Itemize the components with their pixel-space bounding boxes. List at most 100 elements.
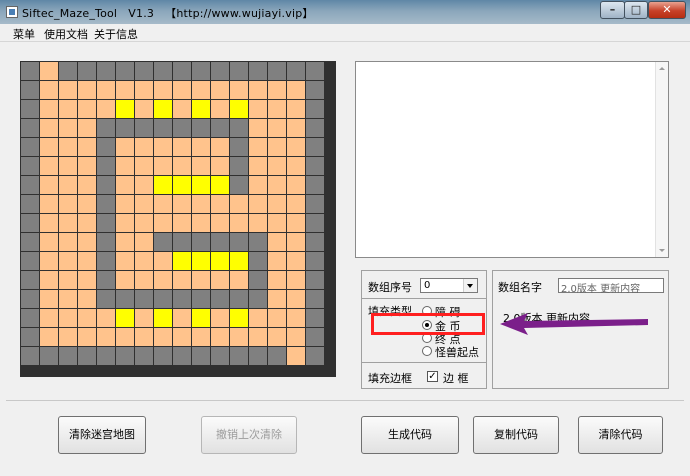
maze-cell-wall[interactable] [97, 233, 115, 251]
close-button[interactable]: ✕ [648, 1, 686, 19]
maze-cell-wall[interactable] [97, 157, 115, 175]
maze-cell-wall[interactable] [249, 62, 267, 80]
maze-cell-fill[interactable] [59, 252, 77, 270]
maze-cell-fill[interactable] [59, 309, 77, 327]
maze-cell-fill[interactable] [135, 100, 153, 118]
maze-cell-gold[interactable] [192, 100, 210, 118]
maze-cell-fill[interactable] [135, 176, 153, 194]
maze-cell-fill[interactable] [40, 176, 58, 194]
maze-cell-fill[interactable] [173, 138, 191, 156]
border-checkbox[interactable]: ✓ [427, 371, 438, 382]
maze-cell-fill[interactable] [59, 100, 77, 118]
minimize-button[interactable]: – [600, 1, 625, 19]
maze-cell-wall[interactable] [192, 119, 210, 137]
maze-cell-fill[interactable] [211, 195, 229, 213]
maze-cell-wall[interactable] [78, 347, 96, 365]
fill-option-radio-monster-start[interactable] [422, 346, 432, 356]
maze-cell-fill[interactable] [97, 100, 115, 118]
maze-cell-fill[interactable] [287, 309, 305, 327]
scroll-up-arrow-icon[interactable] [659, 67, 665, 70]
maze-cell-fill[interactable] [230, 271, 248, 289]
maze-cell-fill[interactable] [40, 214, 58, 232]
clear-code-button[interactable]: 清除代码 [578, 416, 663, 454]
maze-cell-gold[interactable] [116, 309, 134, 327]
maze-cell-fill[interactable] [192, 195, 210, 213]
maze-cell-wall[interactable] [97, 271, 115, 289]
maze-cell-gold[interactable] [154, 309, 172, 327]
maze-cell-fill[interactable] [78, 138, 96, 156]
clear-maze-map-button[interactable]: 清除迷宫地图 [58, 416, 146, 454]
maze-cell-wall[interactable] [173, 119, 191, 137]
maze-cell-wall[interactable] [173, 233, 191, 251]
maze-cell-fill[interactable] [230, 81, 248, 99]
maze-cell-fill[interactable] [78, 214, 96, 232]
maze-cell-wall[interactable] [21, 347, 39, 365]
maze-cell-wall[interactable] [306, 233, 324, 251]
maze-cell-fill[interactable] [249, 138, 267, 156]
maze-cell-fill[interactable] [78, 157, 96, 175]
maze-cell-fill[interactable] [211, 100, 229, 118]
maze-cell-wall[interactable] [211, 233, 229, 251]
maze-cell-fill[interactable] [249, 214, 267, 232]
maze-cell-fill[interactable] [40, 328, 58, 346]
maze-cell-fill[interactable] [135, 81, 153, 99]
maze-cell-fill[interactable] [268, 309, 286, 327]
maze-cell-fill[interactable] [135, 309, 153, 327]
maze-cell-gold[interactable] [230, 100, 248, 118]
maze-cell-fill[interactable] [40, 100, 58, 118]
maze-cell-fill[interactable] [268, 157, 286, 175]
maze-cell-fill[interactable] [192, 157, 210, 175]
maze-cell-wall[interactable] [21, 309, 39, 327]
maze-cell-fill[interactable] [78, 309, 96, 327]
maze-cell-fill[interactable] [287, 290, 305, 308]
maze-cell-wall[interactable] [116, 62, 134, 80]
maze-cell-fill[interactable] [135, 252, 153, 270]
maze-cell-fill[interactable] [116, 271, 134, 289]
maze-cell-fill[interactable] [154, 195, 172, 213]
menu-item-docs[interactable]: 使用文档 [44, 26, 88, 42]
generate-code-button[interactable]: 生成代码 [361, 416, 459, 454]
maze-cell-wall[interactable] [306, 347, 324, 365]
maze-cell-wall[interactable] [306, 62, 324, 80]
maze-cell-wall[interactable] [97, 119, 115, 137]
maze-cell-fill[interactable] [249, 195, 267, 213]
maze-cell-fill[interactable] [154, 81, 172, 99]
maze-cell-fill[interactable] [135, 138, 153, 156]
maze-cell-wall[interactable] [21, 328, 39, 346]
maze-cell-fill[interactable] [78, 290, 96, 308]
maze-cell-fill[interactable] [135, 233, 153, 251]
maze-cell-fill[interactable] [287, 176, 305, 194]
maze-cell-wall[interactable] [249, 252, 267, 270]
maze-cell-wall[interactable] [97, 347, 115, 365]
maze-cell-fill[interactable] [268, 328, 286, 346]
maze-cell-wall[interactable] [249, 233, 267, 251]
maze-cell-gold[interactable] [192, 176, 210, 194]
maze-cell-fill[interactable] [40, 290, 58, 308]
maze-cell-fill[interactable] [40, 271, 58, 289]
maze-cell-fill[interactable] [192, 271, 210, 289]
maze-cell-fill[interactable] [154, 138, 172, 156]
maze-cell-wall[interactable] [97, 290, 115, 308]
maze-cell-wall[interactable] [40, 347, 58, 365]
maze-cell-fill[interactable] [59, 195, 77, 213]
maze-cell-wall[interactable] [21, 233, 39, 251]
maze-cell-wall[interactable] [306, 100, 324, 118]
maze-cell-fill[interactable] [40, 233, 58, 251]
maze-cell-fill[interactable] [78, 233, 96, 251]
maze-cell-fill[interactable] [268, 119, 286, 137]
maze-cell-fill[interactable] [135, 328, 153, 346]
maze-cell-fill[interactable] [173, 214, 191, 232]
maze-cell-fill[interactable] [40, 252, 58, 270]
maze-cell-gold[interactable] [154, 100, 172, 118]
maze-cell-wall[interactable] [306, 271, 324, 289]
maze-cell-wall[interactable] [249, 271, 267, 289]
maze-cell-wall[interactable] [59, 347, 77, 365]
maze-cell-wall[interactable] [306, 119, 324, 137]
maze-cell-fill[interactable] [268, 176, 286, 194]
maze-cell-wall[interactable] [21, 271, 39, 289]
maze-cell-wall[interactable] [116, 290, 134, 308]
maze-cell-fill[interactable] [135, 157, 153, 175]
maze-cell-wall[interactable] [230, 290, 248, 308]
maze-cell-fill[interactable] [116, 195, 134, 213]
maze-cell-wall[interactable] [97, 62, 115, 80]
